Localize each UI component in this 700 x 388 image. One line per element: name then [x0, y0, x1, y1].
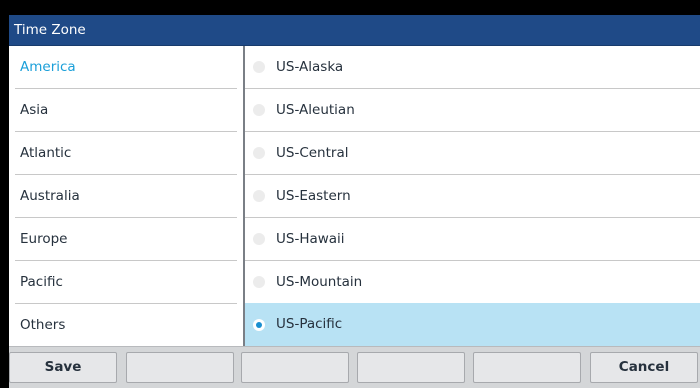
time-zone-panel: America Asia Atlantic Australia Europe P… — [9, 46, 700, 346]
zone-item-us-mountain[interactable]: US-Mountain — [245, 261, 700, 303]
zone-label: US-Mountain — [276, 274, 363, 290]
softkey-bar: Save Cancel — [9, 346, 700, 388]
radio-button-selected[interactable] — [253, 319, 265, 331]
radio-button[interactable] — [253, 190, 265, 202]
region-list: America Asia Atlantic Australia Europe P… — [9, 46, 243, 346]
softkey-2[interactable] — [126, 352, 234, 383]
region-label: Pacific — [20, 274, 63, 290]
softkey-3[interactable] — [241, 352, 349, 383]
zone-label: US-Eastern — [276, 188, 351, 204]
zone-label: US-Aleutian — [276, 102, 355, 118]
zone-label: US-Hawaii — [276, 231, 345, 247]
zone-item-us-central[interactable]: US-Central — [245, 132, 700, 174]
zone-label: US-Central — [276, 145, 349, 161]
region-item-australia[interactable]: Australia — [9, 175, 243, 217]
zone-list: US-Alaska US-Aleutian US-Central US-East… — [245, 46, 700, 346]
zone-item-us-alaska[interactable]: US-Alaska — [245, 46, 700, 88]
radio-button[interactable] — [253, 104, 265, 116]
zone-item-us-eastern[interactable]: US-Eastern — [245, 175, 700, 217]
region-label: Others — [20, 317, 66, 333]
region-item-asia[interactable]: Asia — [9, 89, 243, 131]
region-label: Europe — [20, 231, 68, 247]
zone-label: US-Alaska — [276, 59, 344, 75]
zone-item-us-pacific[interactable]: US-Pacific — [245, 303, 700, 346]
softkey-5[interactable] — [473, 352, 581, 383]
region-label: Australia — [20, 188, 80, 204]
region-item-pacific[interactable]: Pacific — [9, 261, 243, 303]
window-title: Time Zone — [14, 22, 86, 38]
zone-item-us-hawaii[interactable]: US-Hawaii — [245, 218, 700, 260]
phone-screen: Time Zone America Asia Atlantic Australi… — [0, 0, 700, 388]
region-label: America — [20, 59, 76, 75]
radio-button[interactable] — [253, 276, 265, 288]
region-label: Asia — [20, 102, 49, 118]
region-item-atlantic[interactable]: Atlantic — [9, 132, 243, 174]
save-button[interactable]: Save — [9, 352, 117, 383]
zone-item-us-aleutian[interactable]: US-Aleutian — [245, 89, 700, 131]
region-item-america[interactable]: America — [9, 46, 243, 88]
radio-button[interactable] — [253, 233, 265, 245]
region-label: Atlantic — [20, 145, 72, 161]
region-item-others[interactable]: Others — [9, 304, 243, 346]
radio-button[interactable] — [253, 147, 265, 159]
zone-label: US-Pacific — [276, 316, 343, 332]
title-bar: Time Zone — [9, 15, 700, 46]
cancel-button[interactable]: Cancel — [590, 352, 698, 383]
region-item-europe[interactable]: Europe — [9, 218, 243, 260]
softkey-4[interactable] — [357, 352, 465, 383]
radio-button[interactable] — [253, 61, 265, 73]
